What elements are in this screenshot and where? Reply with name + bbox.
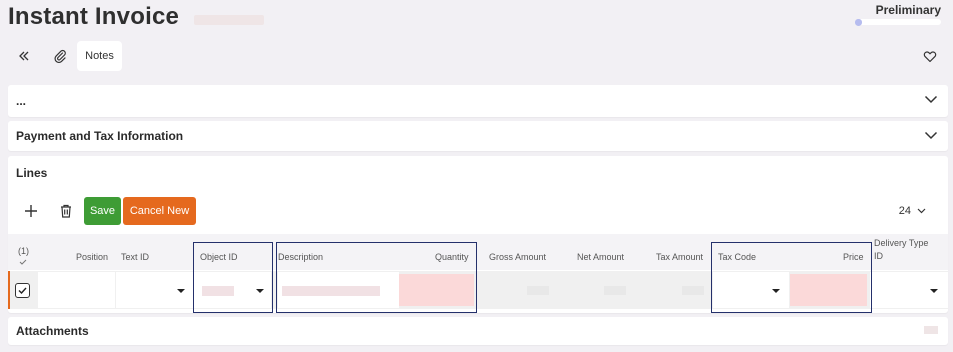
attachments-button[interactable] — [48, 45, 72, 67]
attachments-count-redacted — [924, 326, 938, 334]
selected-count: (1) — [18, 246, 29, 256]
collapsed-section[interactable]: ... — [8, 85, 948, 117]
page-size-value: 24 — [898, 205, 911, 217]
description-quantity-column-highlight — [276, 242, 477, 313]
col-tax-amount[interactable]: Tax Amount — [656, 252, 703, 262]
chevron-down-icon — [917, 208, 926, 214]
col-gross-amount[interactable]: Gross Amount — [489, 252, 546, 262]
chevron-down-icon[interactable] — [924, 94, 938, 104]
delivery-type-id-select[interactable] — [870, 272, 948, 308]
text-id-select[interactable] — [116, 272, 193, 308]
notes-button[interactable]: Notes — [77, 41, 122, 71]
page-size-select[interactable]: 24 — [899, 205, 926, 217]
section-title: Payment and Tax Information — [16, 129, 184, 143]
col-position[interactable]: Position — [76, 252, 108, 262]
page-title: Instant Invoice — [8, 3, 180, 30]
dropdown-arrow-icon — [930, 289, 938, 293]
delete-line-button[interactable] — [56, 201, 76, 221]
gross-amount-value-redacted — [527, 286, 549, 295]
paperclip-icon — [54, 49, 66, 63]
row-checkbox[interactable] — [15, 283, 30, 298]
tax-code-price-column-highlight — [711, 242, 872, 313]
col-delivery-type-id[interactable]: Delivery Type ID — [874, 238, 928, 261]
heart-icon — [923, 50, 937, 62]
net-amount-value-redacted — [604, 286, 626, 295]
tax-amount-value-redacted — [682, 286, 704, 295]
favorite-button[interactable] — [919, 45, 941, 67]
lines-section: Lines Save Cancel New 24 (1) Position Te… — [8, 156, 948, 313]
status-label: Preliminary — [875, 3, 941, 17]
double-chevron-left-icon — [19, 51, 29, 61]
row-active-marker — [8, 271, 10, 309]
attachments-section[interactable]: Attachments — [8, 317, 948, 345]
status-progress-dot — [855, 19, 862, 26]
col-delivery-type-id-line2: ID — [874, 251, 883, 261]
section-title: Attachments — [16, 324, 89, 338]
payment-tax-section[interactable]: Payment and Tax Information — [8, 121, 948, 151]
cancel-new-button[interactable]: Cancel New — [123, 197, 196, 225]
save-button[interactable]: Save — [84, 197, 121, 225]
add-line-button[interactable] — [21, 201, 41, 221]
object-id-column-highlight — [193, 242, 273, 313]
check-icon — [18, 287, 27, 294]
collapse-button[interactable] — [12, 45, 36, 67]
col-delivery-type-id-line1: Delivery Type — [874, 238, 929, 248]
record-id-redacted — [194, 15, 264, 25]
section-title: ... — [16, 94, 27, 108]
check-icon[interactable] — [19, 259, 27, 265]
dropdown-arrow-icon — [177, 289, 185, 293]
chevron-down-icon[interactable] — [924, 130, 938, 140]
col-text-id[interactable]: Text ID — [121, 252, 149, 262]
position-input[interactable] — [38, 272, 115, 308]
section-title: Lines — [16, 166, 48, 180]
status-progress-bar — [855, 19, 941, 26]
col-net-amount[interactable]: Net Amount — [577, 252, 624, 262]
